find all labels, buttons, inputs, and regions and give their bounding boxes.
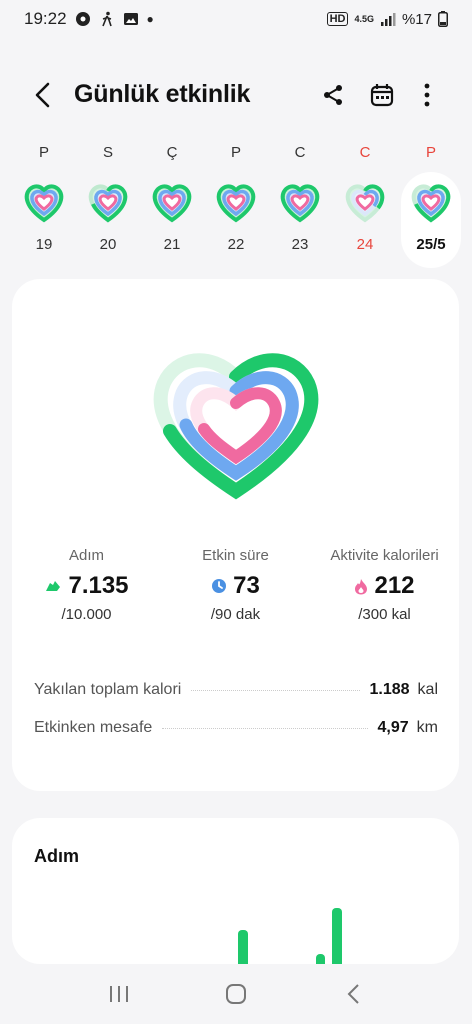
day-letter: C <box>294 144 306 161</box>
activity-rings-heart-icon <box>153 353 319 500</box>
dotted-leader <box>162 727 368 729</box>
walking-icon <box>101 11 112 27</box>
battery-level: %17 <box>401 10 432 28</box>
activity-heart-icon <box>335 178 395 228</box>
day-number: 24 <box>356 236 374 253</box>
steps-card-title: Adım <box>34 846 79 866</box>
activity-calories-value: 212 <box>374 572 415 599</box>
calendar-icon <box>370 84 394 107</box>
activity-heart-icon <box>14 178 74 228</box>
active-distance-label: Etkinken mesafe <box>34 719 153 736</box>
day-21[interactable]: Ç 21 <box>142 140 202 268</box>
notification-dot-icon: ● <box>146 12 154 26</box>
day-25-selected[interactable]: P 25/5 <box>401 144 461 268</box>
activity-heart-icon <box>270 178 330 228</box>
day-number: 22 <box>227 236 245 253</box>
day-20[interactable]: S 20 <box>78 140 138 268</box>
total-calories-value: 1.188 <box>369 681 410 698</box>
network-type: 4.5G <box>354 14 374 24</box>
active-time-goal: /90 dak <box>210 606 261 623</box>
home-icon <box>225 984 246 1004</box>
status-bar: 19:22 ● HD 4.5G %17 <box>0 0 472 38</box>
steps-shoe-icon <box>46 581 61 591</box>
day-letter: C <box>359 144 371 161</box>
clock-icon <box>212 579 227 593</box>
day-letter: Ç <box>166 144 178 161</box>
day-letter: P <box>230 144 241 161</box>
football-icon <box>75 12 90 26</box>
day-number: 21 <box>163 236 181 253</box>
day-letter: S <box>102 144 113 161</box>
system-back-button[interactable] <box>333 974 373 1014</box>
week-selector: P 19 S 20 Ç 21 P 22 C 23 C 24 P 25/5 <box>0 140 472 270</box>
battery-icon <box>438 11 448 27</box>
gallery-icon <box>123 13 138 25</box>
steps-value: 7.135 <box>68 572 129 599</box>
active-distance-row: Etkinken mesafe 4,97 km <box>34 709 438 747</box>
page-title: Günlük etkinlik <box>74 80 251 108</box>
system-back-icon <box>347 984 360 1004</box>
activity-calories-goal: /300 kal <box>358 606 411 623</box>
active-time-stat: Etkin süre 73 /90 dak <box>161 547 310 623</box>
day-number: 23 <box>291 236 309 253</box>
recent-apps-icon <box>109 986 128 1002</box>
more-vertical-icon <box>424 83 430 107</box>
activity-heart-icon <box>78 178 138 228</box>
back-button[interactable] <box>28 80 58 110</box>
steps-label: Adım <box>68 547 104 564</box>
steps-bar <box>332 908 342 964</box>
share-button[interactable] <box>318 80 348 110</box>
app-header: Günlük etkinlik <box>0 70 472 120</box>
activity-calories-stat: Aktivite kalorileri 212 /300 kal <box>310 547 459 623</box>
more-options-button[interactable] <box>412 80 442 110</box>
day-22[interactable]: P 22 <box>206 140 266 268</box>
active-distance-value: 4,97 <box>377 719 409 736</box>
day-19[interactable]: P 19 <box>14 140 74 268</box>
recent-apps-button[interactable] <box>99 974 139 1014</box>
flame-icon <box>355 578 368 594</box>
activity-calories-label: Aktivite kalorileri <box>330 547 439 564</box>
day-number: 19 <box>35 236 53 253</box>
activity-heart-icon <box>142 178 202 228</box>
steps-bar <box>238 930 248 964</box>
day-23[interactable]: C 23 <box>270 140 330 268</box>
activity-heart-icon <box>401 178 461 228</box>
day-letter: P <box>425 144 436 161</box>
status-time: 19:22 <box>24 9 67 28</box>
home-button[interactable] <box>216 974 256 1014</box>
signal-icon <box>380 13 396 26</box>
total-calories-unit: kal <box>417 681 438 698</box>
chevron-left-icon <box>35 82 50 108</box>
day-letter: P <box>38 144 49 161</box>
hd-call-icon: HD <box>326 12 349 26</box>
activity-summary-card[interactable]: Adım 7.135 /10.000 Etkin süre 73 /90 dak… <box>12 279 459 791</box>
activity-detail-rows: Yakılan toplam kalori 1.188 kal Etkinken… <box>34 671 438 747</box>
day-24[interactable]: C 24 <box>335 140 395 268</box>
calendar-button[interactable] <box>367 80 397 110</box>
steps-stat: Adım 7.135 /10.000 <box>12 547 161 623</box>
active-time-label: Etkin süre <box>202 547 269 564</box>
total-calories-label: Yakılan toplam kalori <box>34 681 182 698</box>
active-distance-unit: km <box>416 719 438 736</box>
activity-stats: Adım 7.135 /10.000 Etkin süre 73 /90 dak… <box>12 547 459 623</box>
steps-bar <box>316 954 325 964</box>
steps-goal: /10.000 <box>61 606 112 623</box>
share-icon <box>324 85 342 105</box>
system-navigation-bar <box>0 964 472 1024</box>
steps-card[interactable]: Adım <box>12 818 459 964</box>
day-number: 25/5 <box>416 236 446 253</box>
dotted-leader <box>191 689 360 691</box>
active-time-value: 73 <box>233 572 260 599</box>
activity-heart-icon <box>206 178 266 228</box>
day-number: 20 <box>99 236 117 253</box>
total-calories-row: Yakılan toplam kalori 1.188 kal <box>34 671 438 709</box>
